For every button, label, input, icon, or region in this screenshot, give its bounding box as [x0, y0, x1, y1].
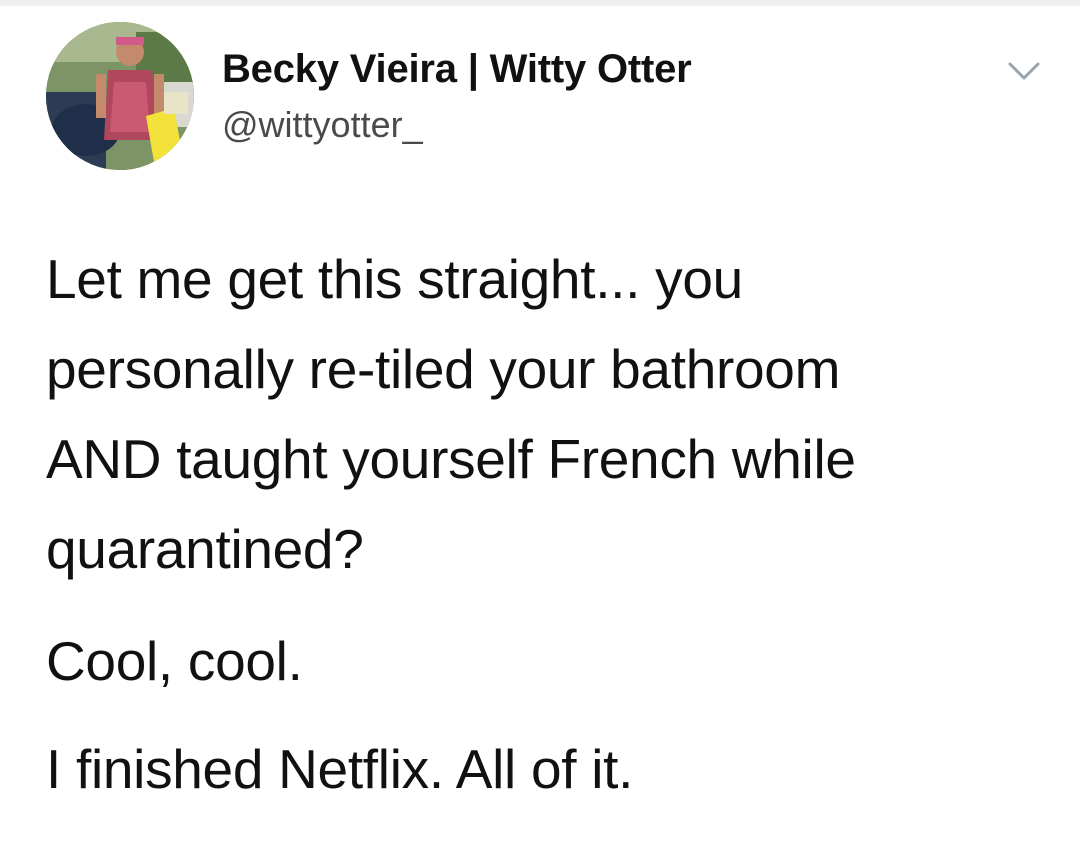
- top-divider: [0, 0, 1080, 6]
- avatar-photo: [46, 22, 194, 170]
- chevron-down-icon[interactable]: [1004, 56, 1044, 86]
- tweet-line: personally re-tiled your bathroom: [46, 338, 841, 400]
- author-avatar[interactable]: [46, 22, 194, 170]
- tweet-paragraph-2: Cool, cool.: [46, 630, 303, 692]
- tweet-line: AND taught yourself French while: [46, 428, 856, 490]
- tweet-paragraph-3: I finished Netflix. All of it.: [46, 738, 634, 800]
- author-handle[interactable]: @wittyotter_: [222, 104, 423, 146]
- author-display-name[interactable]: Becky Vieira | Witty Otter: [222, 47, 692, 92]
- tweet-line: quarantined?: [46, 518, 364, 580]
- tweet-paragraph-1: Let me get this straight... you personal…: [46, 234, 856, 594]
- tweet-card: Becky Vieira | Witty Otter @wittyotter_ …: [0, 0, 1080, 856]
- tweet-line: Let me get this straight... you: [46, 248, 743, 310]
